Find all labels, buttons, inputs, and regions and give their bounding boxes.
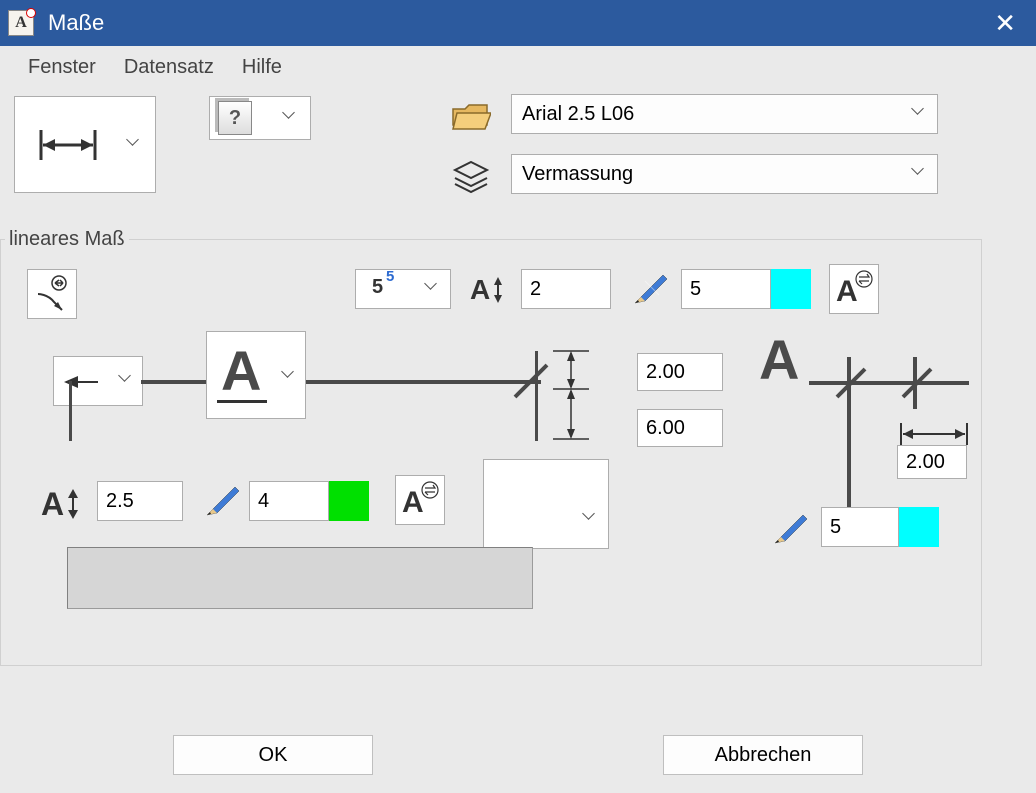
menu-hilfe[interactable]: Hilfe <box>242 56 282 79</box>
dialog-footer: OK Abbrechen <box>0 727 1036 793</box>
pen-value-input[interactable]: 5 <box>681 269 771 309</box>
chevron-down-icon <box>426 282 440 296</box>
text-height-a-icon: A <box>470 273 510 307</box>
text-height-input[interactable]: 2 <box>521 269 611 309</box>
svg-text:A: A <box>402 486 424 519</box>
app-icon <box>8 10 34 36</box>
close-icon[interactable]: ✕ <box>982 8 1028 39</box>
preview-box <box>67 547 533 609</box>
menu-bar: Fenster Datensatz Hilfe <box>0 46 1036 88</box>
group-lineares-mass: lineares Maß 5 5 A <box>0 228 982 666</box>
pencil-icon <box>771 511 811 547</box>
color-swatch-cyan-2[interactable] <box>899 507 939 547</box>
start-arrow-dropdown[interactable] <box>53 356 143 406</box>
exponent-sup: 5 <box>386 268 394 285</box>
chevron-down-icon <box>284 111 298 125</box>
help-dropdown[interactable]: ? <box>209 96 311 140</box>
font-combo-value: Arial 2.5 L06 <box>522 103 634 126</box>
text-swap-icon: A <box>400 480 440 520</box>
chevron-down-icon <box>283 370 297 384</box>
chevron-down-icon <box>913 107 927 121</box>
dimension-arrow-icon <box>15 97 115 194</box>
chevron-down-icon <box>913 167 927 181</box>
question-icon: ? <box>218 101 252 135</box>
menu-fenster[interactable]: Fenster <box>28 56 96 79</box>
extension-top-input[interactable]: 2.00 <box>637 353 723 391</box>
menu-datensatz[interactable]: Datensatz <box>124 56 214 79</box>
dimension-type-dropdown[interactable] <box>14 96 156 193</box>
title-bar: Maße ✕ <box>0 0 1036 46</box>
text-height-a-icon: A <box>41 485 85 523</box>
tick-spacing-input[interactable]: 2.00 <box>897 445 967 479</box>
layer-combo[interactable]: Vermassung <box>511 154 938 194</box>
pencil-icon <box>631 271 671 307</box>
extension-bottom-input[interactable]: 6.00 <box>637 409 723 447</box>
layer-combo-value: Vermassung <box>522 163 633 186</box>
pen-right-input[interactable]: 5 <box>821 507 899 547</box>
dialog-title: Maße <box>48 10 982 36</box>
text-style-dropdown[interactable]: A <box>206 331 306 419</box>
color-swatch-cyan[interactable] <box>771 269 811 309</box>
mini-dimension-diagram: A <box>759 327 979 507</box>
extension-spec-icon <box>545 347 595 443</box>
text-height2-input[interactable]: 2.5 <box>97 481 183 521</box>
exponent-dropdown[interactable]: 5 5 <box>355 269 451 309</box>
witness-line <box>535 351 538 441</box>
svg-text:A: A <box>470 274 490 305</box>
chevron-down-icon <box>128 138 142 152</box>
ok-button[interactable]: OK <box>173 735 373 775</box>
arrow-left-icon <box>54 357 104 407</box>
hatch-dropdown[interactable] <box>483 459 609 549</box>
placement-mode-button[interactable] <box>27 269 77 319</box>
text-swap-button-2[interactable]: A <box>395 475 445 525</box>
chevron-down-icon <box>120 374 134 388</box>
svg-text:A: A <box>41 486 64 522</box>
svg-text:A: A <box>836 275 858 308</box>
pen2-value-input[interactable]: 4 <box>249 481 329 521</box>
font-combo[interactable]: Arial 2.5 L06 <box>511 94 938 134</box>
dialog-body: ? Arial 2.5 L06 Vermassung lineares Maß <box>0 88 1036 727</box>
svg-text:A: A <box>759 328 799 391</box>
cancel-button[interactable]: Abbrechen <box>663 735 863 775</box>
pencil-icon <box>203 483 243 519</box>
group-legend: lineares Maß <box>5 228 129 251</box>
folder-icon[interactable] <box>451 103 491 133</box>
text-swap-button[interactable]: A <box>829 264 879 314</box>
dialog-window: Maße ✕ Fenster Datensatz Hilfe ? <box>0 0 1036 793</box>
dimension-line <box>141 380 541 384</box>
color-swatch-green[interactable] <box>329 481 369 521</box>
text-swap-icon: A <box>834 269 874 309</box>
letter-a-icon: A <box>221 338 261 403</box>
witness-line <box>69 381 72 441</box>
layers-icon[interactable] <box>451 160 491 194</box>
chevron-down-icon <box>584 512 598 526</box>
placement-arrow-icon <box>32 274 72 314</box>
exponent-base: 5 <box>372 276 383 299</box>
